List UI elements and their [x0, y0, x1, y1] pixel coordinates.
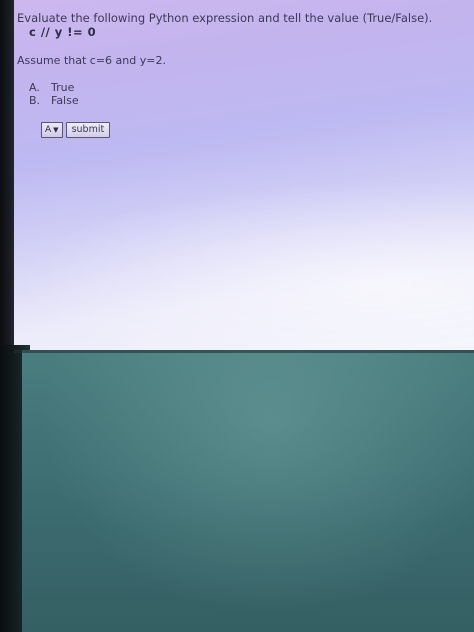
submit-button[interactable]: submit — [65, 122, 111, 138]
quiz-question: Evaluate the following Python expression… — [17, 11, 457, 138]
screen-edge — [14, 350, 474, 353]
answer-controls: A ▼ submit — [41, 122, 457, 138]
option-letter: A. — [29, 81, 40, 94]
answer-options: A. True B. False — [29, 81, 457, 107]
answer-select-value: A — [45, 125, 52, 135]
monitor-reflection — [22, 350, 474, 632]
photo: Evaluate the following Python expression… — [0, 0, 474, 632]
option-label: True — [51, 81, 75, 94]
question-assumption: Assume that c=6 and y=2. — [17, 54, 166, 67]
option-letter: B. — [29, 94, 41, 107]
screen-glare — [14, 180, 474, 352]
option-a: A. True — [29, 81, 457, 94]
question-prompt: Evaluate the following Python expression… — [17, 11, 433, 25]
question-expression: c // y != 0 — [29, 25, 97, 39]
answer-select[interactable]: A ▼ — [41, 122, 63, 138]
option-b: B. False — [29, 94, 457, 107]
chevron-down-icon: ▼ — [53, 126, 59, 134]
option-label: False — [51, 94, 79, 107]
